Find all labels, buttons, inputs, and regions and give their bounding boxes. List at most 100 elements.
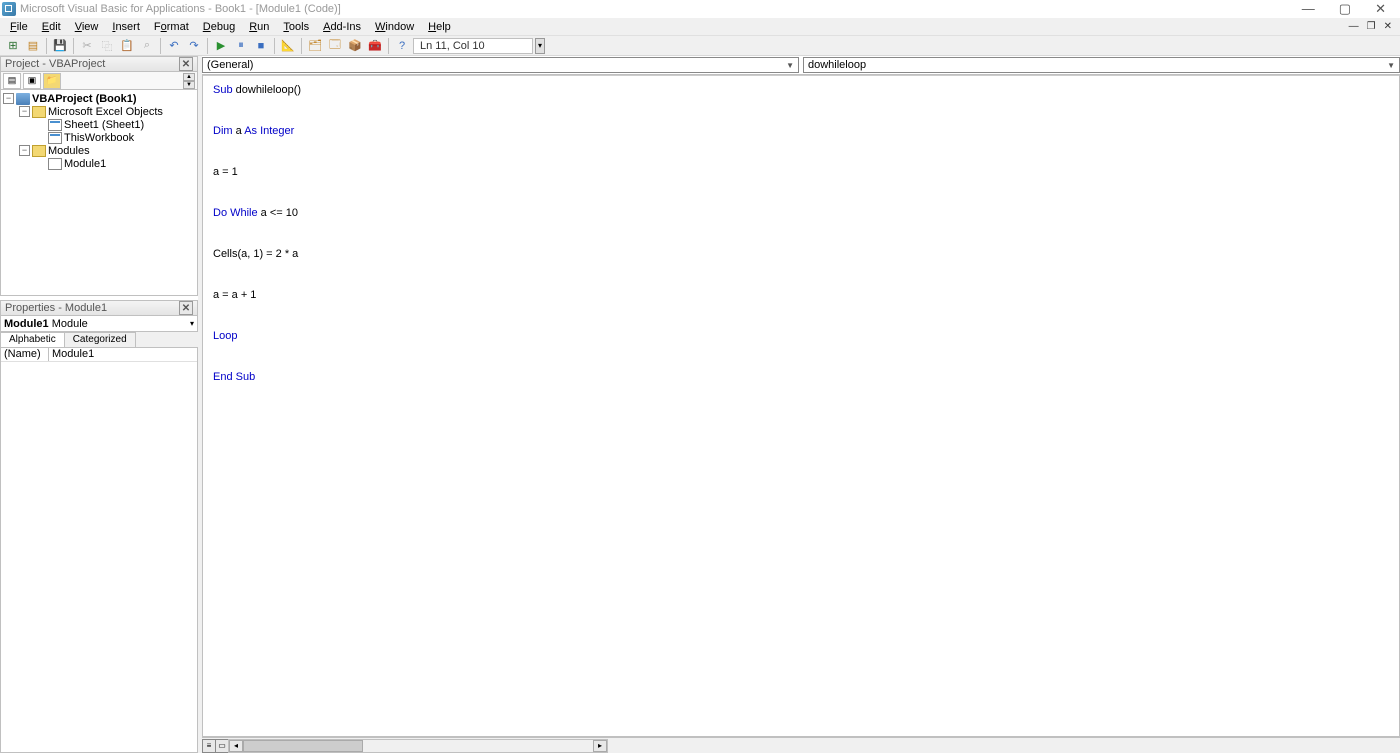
mdi-restore-button[interactable]: ❐ (1365, 21, 1378, 32)
properties-grid: (Name) Module1 (0, 348, 198, 753)
vba-app-icon (2, 2, 16, 16)
tab-categorized[interactable]: Categorized (64, 332, 136, 347)
help-button[interactable]: ? (393, 37, 411, 55)
copy-button[interactable]: ⿻ (98, 37, 116, 55)
tree-modules-folder[interactable]: − Modules (1, 144, 197, 157)
paste-button[interactable]: 📋 (118, 37, 136, 55)
menu-format[interactable]: Format (148, 20, 195, 34)
view-code-button[interactable]: ▤ (3, 73, 21, 89)
module-type: Module (52, 318, 88, 330)
cut-button[interactable]: ✂ (78, 37, 96, 55)
project-pane-header: Project - VBAProject ✕ (0, 56, 198, 72)
properties-object-selector[interactable]: Module1 Module ▾ (0, 316, 198, 332)
toggle-folders-button[interactable]: 📁 (43, 73, 61, 89)
properties-tabs: Alphabetic Categorized (0, 332, 198, 348)
properties-window-button[interactable]: 🗔 (326, 37, 344, 55)
properties-pane-header: Properties - Module1 ✕ (0, 300, 198, 316)
menu-edit[interactable]: Edit (36, 20, 67, 34)
mdi-minimize-button[interactable]: — (1347, 21, 1361, 32)
reset-button[interactable]: ■ (252, 37, 270, 55)
separator (73, 38, 74, 54)
separator (46, 38, 47, 54)
procedure-view-button[interactable]: ≡ (202, 739, 216, 753)
menu-bar: File Edit View Insert Format Debug Run T… (0, 18, 1400, 36)
object-dropdown[interactable]: (General) ▼ (202, 57, 799, 73)
toolbox-button[interactable]: 🧰 (366, 37, 384, 55)
menu-addins[interactable]: Add-Ins (317, 20, 367, 34)
tree-label: Sheet1 (Sheet1) (64, 119, 144, 131)
project-toolbar: ▤ ▣ 📁 ▲▼ (0, 72, 198, 90)
tab-alphabetic[interactable]: Alphabetic (0, 332, 65, 347)
full-module-view-button[interactable]: ▭ (215, 739, 229, 753)
horizontal-scrollbar[interactable]: ◂ ▸ (228, 739, 608, 753)
tree-excel-objects[interactable]: − Microsoft Excel Objects (1, 105, 197, 118)
tree-thisworkbook[interactable]: ThisWorkbook (1, 131, 197, 144)
project-pane-close-button[interactable]: ✕ (179, 57, 193, 71)
menu-view[interactable]: View (69, 20, 105, 34)
close-button[interactable]: ✕ (1375, 3, 1386, 15)
menu-file[interactable]: File (4, 20, 34, 34)
collapse-icon[interactable]: − (19, 145, 30, 156)
project-icon (16, 93, 30, 105)
property-name-value[interactable]: Module1 (49, 348, 197, 361)
scroll-thumb[interactable] (243, 740, 363, 752)
module-name: Module1 (4, 318, 49, 330)
menu-help[interactable]: Help (422, 20, 457, 34)
scroll-left-button[interactable]: ◂ (229, 740, 243, 752)
dropdown-icon[interactable]: ▾ (190, 319, 194, 328)
menu-tools[interactable]: Tools (277, 20, 315, 34)
separator (160, 38, 161, 54)
module-icon (48, 158, 62, 170)
dropdown-icon: ▼ (1387, 61, 1395, 70)
tree-label: Microsoft Excel Objects (48, 106, 163, 118)
separator (207, 38, 208, 54)
menu-window[interactable]: Window (369, 20, 420, 34)
undo-button[interactable]: ↶ (165, 37, 183, 55)
view-object-button[interactable]: ▣ (23, 73, 41, 89)
window-title: Microsoft Visual Basic for Applications … (20, 3, 341, 15)
view-excel-button[interactable]: ⊞ (4, 37, 22, 55)
run-button[interactable]: ▶ (212, 37, 230, 55)
status-dropdown-button[interactable]: ▾ (535, 38, 545, 54)
redo-button[interactable]: ↷ (185, 37, 203, 55)
insert-module-button[interactable]: ▤ (24, 37, 42, 55)
minimize-button[interactable]: — (1302, 3, 1315, 15)
property-name-label: (Name) (1, 348, 49, 361)
find-button[interactable]: ⌕ (138, 37, 156, 55)
properties-pane-title: Properties - Module1 (5, 302, 107, 314)
folder-icon (32, 145, 46, 157)
folder-icon (32, 106, 46, 118)
sheet-icon (48, 119, 62, 131)
collapse-icon[interactable]: − (19, 106, 30, 117)
cursor-position: Ln 11, Col 10 (413, 38, 533, 54)
project-pane-title: Project - VBAProject (5, 58, 105, 70)
object-dropdown-value: (General) (207, 59, 253, 71)
collapse-icon[interactable]: − (3, 93, 14, 104)
tree-module1[interactable]: Module1 (1, 157, 197, 170)
properties-pane-close-button[interactable]: ✕ (179, 301, 193, 315)
project-scroll[interactable]: ▲▼ (183, 73, 195, 89)
menu-run[interactable]: Run (243, 20, 275, 34)
design-mode-button[interactable]: 📐 (279, 37, 297, 55)
property-row-name[interactable]: (Name) Module1 (1, 348, 197, 362)
tree-label: VBAProject (Book1) (32, 93, 137, 105)
mdi-close-button[interactable]: ✕ (1382, 21, 1394, 32)
project-tree[interactable]: − VBAProject (Book1) − Microsoft Excel O… (0, 90, 198, 296)
save-button[interactable]: 💾 (51, 37, 69, 55)
object-browser-button[interactable]: 📦 (346, 37, 364, 55)
separator (301, 38, 302, 54)
title-bar: Microsoft Visual Basic for Applications … (0, 0, 1400, 18)
scroll-right-button[interactable]: ▸ (593, 740, 607, 752)
tree-sheet1[interactable]: Sheet1 (Sheet1) (1, 118, 197, 131)
maximize-button[interactable]: ▢ (1339, 3, 1351, 15)
project-explorer-button[interactable]: 🗂 (306, 37, 324, 55)
menu-insert[interactable]: Insert (106, 20, 146, 34)
menu-debug[interactable]: Debug (197, 20, 241, 34)
code-editor[interactable]: Sub dowhileloop() Dim a As Integer a = 1… (202, 74, 1400, 737)
tree-label: Modules (48, 145, 90, 157)
editor-bottom-bar: ≡ ▭ ◂ ▸ (202, 737, 1400, 753)
tree-project-root[interactable]: − VBAProject (Book1) (1, 92, 197, 105)
workbook-icon (48, 132, 62, 144)
break-button[interactable]: ⏸ (232, 37, 250, 55)
procedure-dropdown[interactable]: dowhileloop ▼ (803, 57, 1400, 73)
